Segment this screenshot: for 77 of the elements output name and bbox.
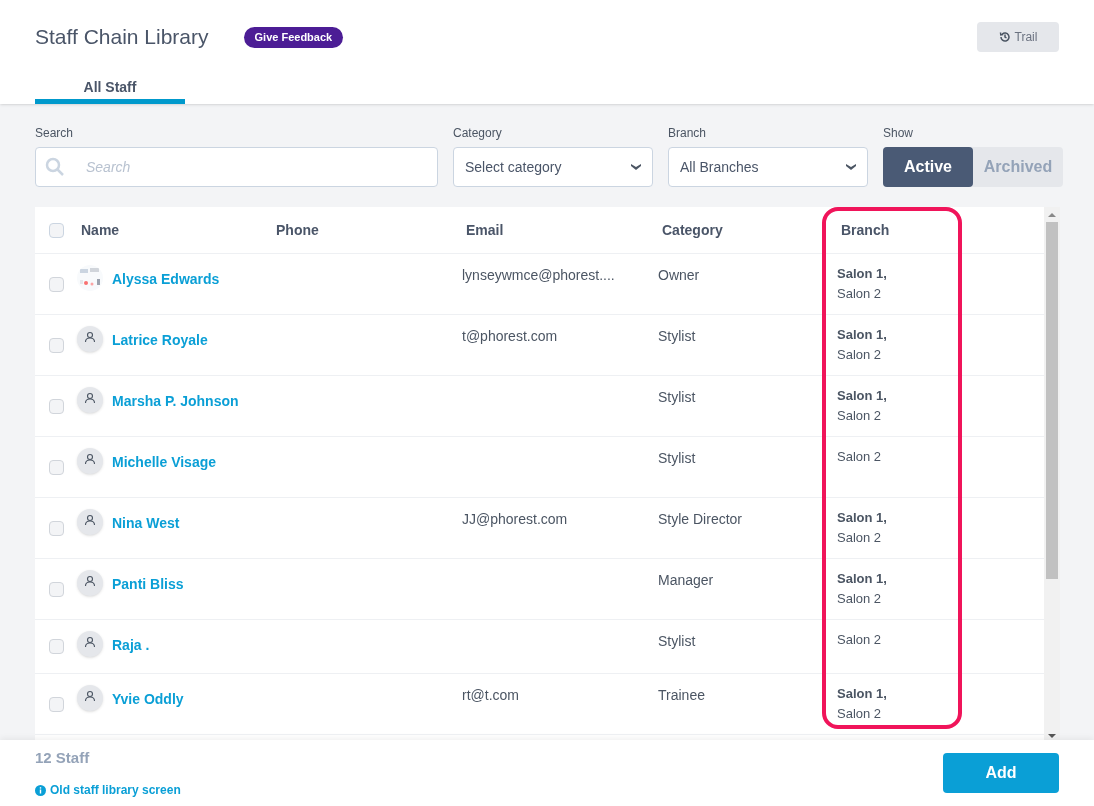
table-cell-text: Salon 2 <box>837 590 883 608</box>
column-header: Category <box>662 222 723 238</box>
avatar-icon <box>77 570 103 596</box>
table-cell-text: Salon 2 <box>837 705 883 723</box>
table-cell: rt@t.com <box>462 687 519 703</box>
row-checkbox[interactable] <box>48 276 64 292</box>
show-label: Show <box>883 125 915 142</box>
staff-name-link[interactable]: Marsha P. Johnson <box>112 387 239 412</box>
avatar-icon <box>77 631 103 657</box>
checkbox[interactable] <box>48 222 64 238</box>
table-cell-text: Salon 1, <box>837 509 888 527</box>
row-checkbox[interactable] <box>48 696 64 712</box>
row-checkbox[interactable] <box>48 337 64 353</box>
table-cell-text: Salon 2 <box>837 285 883 303</box>
row-checkbox[interactable] <box>48 639 64 654</box>
search-field[interactable]: Search <box>35 147 438 187</box>
table-cell: Style Director <box>658 511 743 527</box>
table-cell-text: Salon 1, <box>837 685 888 703</box>
table-cell: Owner <box>658 267 700 283</box>
staff-count: 12 Staff <box>35 747 91 768</box>
column-header: Branch <box>841 222 890 238</box>
old-screen-link[interactable]: Old staff library screen <box>50 781 181 800</box>
row-checkbox[interactable] <box>48 459 64 475</box>
column-header: Email <box>466 222 504 238</box>
table-cell-text: Salon 2 <box>837 346 883 364</box>
table-cell-text: Salon 1, <box>837 570 888 588</box>
table-cell: Stylist <box>658 633 696 649</box>
row-checkbox[interactable] <box>48 398 64 414</box>
table-cell-text: Salon 2 <box>837 631 883 649</box>
chevron-icon <box>846 163 856 171</box>
toggle-option[interactable]: Active <box>883 147 973 187</box>
feedback-button[interactable]: Give Feedback <box>243 26 344 48</box>
category-label: Category <box>453 125 503 142</box>
table-cell: t@phorest.com <box>462 328 558 344</box>
branch-dropdown[interactable]: All Branches <box>668 147 868 187</box>
avatar-icon <box>77 387 103 413</box>
search-label: Search <box>35 125 75 142</box>
avatar-icon <box>77 448 103 474</box>
table-cell: Trainee <box>658 687 705 703</box>
table-cell: Stylist <box>658 450 696 466</box>
scroll-up-icon[interactable] <box>1048 212 1056 218</box>
column-header: Phone <box>276 222 319 238</box>
row-checkbox[interactable] <box>48 581 64 597</box>
table-cell: JJ@phorest.com <box>462 511 568 527</box>
staff-name-link[interactable]: Latrice Royale <box>112 326 208 351</box>
row-checkbox[interactable] <box>48 520 64 536</box>
category-dropdown[interactable]: Select category <box>453 147 653 187</box>
table-cell: Manager <box>658 572 714 588</box>
table-cell-text: Salon 1, <box>837 326 888 344</box>
search-icon <box>45 157 65 177</box>
table-cell-text: Salon 2 <box>837 529 883 547</box>
toggle-option[interactable]: Archived <box>973 147 1063 187</box>
branch-label: Branch <box>668 125 708 142</box>
chevron-icon <box>631 163 641 171</box>
history-icon <box>998 31 1011 43</box>
table-cell: Stylist <box>658 328 696 344</box>
staff-name-link[interactable]: Yvie Oddly <box>112 685 184 710</box>
tab[interactable]: All Staff <box>35 70 185 104</box>
page-title: Staff Chain Library <box>35 24 209 51</box>
table-cell-text: Salon 1, <box>837 387 888 405</box>
table-cell: lynseywmce@phorest.... <box>462 267 615 283</box>
avatar-icon <box>77 685 103 711</box>
staff-name-link[interactable]: Nina West <box>112 509 180 534</box>
table-cell-text: Salon 1, <box>837 265 888 283</box>
staff-name-link[interactable]: Michelle Visage <box>112 448 216 473</box>
staff-name-link[interactable]: Panti Bliss <box>112 570 184 595</box>
column-header: Name <box>81 222 120 238</box>
info-icon <box>35 784 46 796</box>
avatar-icon <box>77 326 103 352</box>
table-cell-text: Salon 2 <box>837 448 883 466</box>
trail-button[interactable]: Trail <box>977 22 1059 52</box>
staff-name-link[interactable]: Raja . <box>112 631 150 656</box>
staff-name-link[interactable]: Alyssa Edwards <box>112 265 220 290</box>
table-cell: Stylist <box>658 389 696 405</box>
avatar-icon <box>77 509 103 535</box>
add-button[interactable]: Add <box>943 753 1059 793</box>
table-cell-text: Salon 2 <box>837 407 883 425</box>
